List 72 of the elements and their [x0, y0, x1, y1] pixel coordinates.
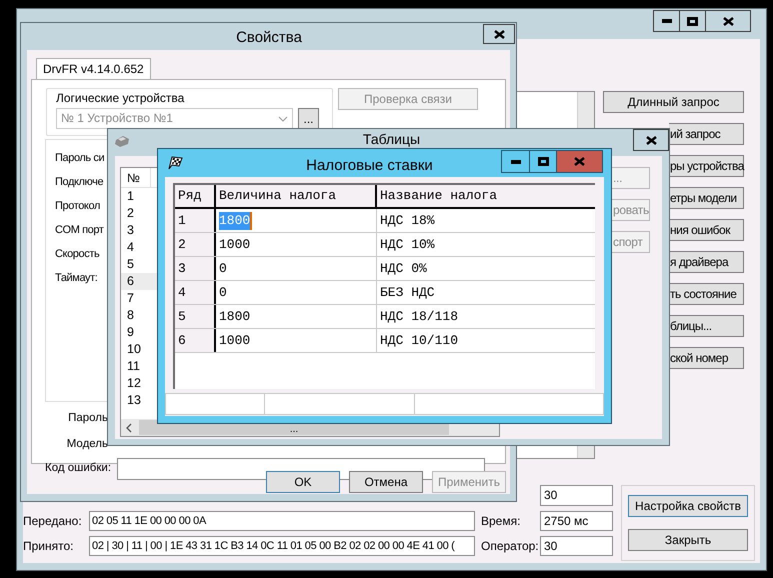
- table-cell[interactable]: 1800: [219, 308, 250, 326]
- field-label: Таймаут:: [55, 271, 98, 286]
- field-label: COM порт: [55, 223, 104, 238]
- field-label: Пароль си: [55, 151, 104, 166]
- column-header[interactable]: Название налога: [377, 185, 595, 207]
- table-cell[interactable]: 1000: [219, 332, 250, 350]
- table-cell-text: БЕЗ НДС: [379, 284, 436, 302]
- field-label: Пароль: [68, 411, 108, 426]
- table-cell-text: НДС 18/118: [379, 308, 460, 326]
- close-button[interactable]: [483, 24, 515, 44]
- table-cell: 4: [175, 281, 216, 304]
- input-field[interactable]: 30: [540, 485, 613, 506]
- button[interactable]: Длинный запрос: [603, 91, 744, 113]
- table-cell[interactable]: 1000: [219, 236, 250, 254]
- field-label: Код ошибки:: [45, 461, 112, 476]
- button[interactable]: ть состояние: [669, 283, 744, 305]
- table-cell: 5: [175, 305, 216, 328]
- table-cell: 2: [175, 233, 216, 256]
- button[interactable]: я драйвера: [669, 251, 744, 273]
- field-label: Принято:: [23, 538, 74, 555]
- table-cell: 1: [175, 209, 216, 232]
- button[interactable]: ры устройства: [669, 155, 744, 177]
- column-header[interactable]: №: [121, 168, 151, 187]
- button[interactable]: OK: [266, 471, 340, 493]
- field-label: Передано:: [23, 513, 83, 530]
- printer-icon: [114, 134, 130, 148]
- field-label: Оператор:: [481, 538, 540, 555]
- button[interactable]: Настройка свойств: [628, 495, 748, 517]
- minimize-icon: [510, 160, 520, 164]
- column-header[interactable]: Величина налога: [216, 185, 377, 207]
- input-field[interactable]: 2750 мс: [540, 511, 613, 531]
- minimize-icon: [662, 19, 672, 23]
- group-label: Логические устройства: [56, 91, 186, 105]
- close-button[interactable]: [633, 129, 669, 151]
- window-title: Налоговые ставки: [305, 156, 434, 176]
- button[interactable]: ния ошибок: [669, 219, 744, 241]
- maximize-icon: [687, 16, 698, 26]
- close-icon: [494, 30, 504, 38]
- column-header[interactable]: Ряд: [175, 185, 216, 207]
- button[interactable]: етры модели: [669, 187, 744, 209]
- close-icon: [646, 136, 656, 144]
- field-label: Время:: [481, 513, 522, 530]
- chevron-down-icon: [278, 116, 288, 122]
- button[interactable]: ий запрос: [669, 123, 744, 145]
- close-icon: [722, 16, 734, 26]
- field-label: Скорость: [55, 247, 100, 262]
- maximize-icon: [538, 157, 548, 166]
- table-cell-text: НДС 18%: [379, 212, 436, 230]
- button[interactable]: Закрыть: [628, 529, 748, 551]
- table-cell: 3: [175, 257, 216, 280]
- field-label: Модель: [66, 437, 108, 452]
- table-cell-text: НДС 10/110: [379, 332, 460, 350]
- flag-icon: [167, 155, 184, 170]
- input-field[interactable]: 30: [540, 536, 613, 556]
- table-cell[interactable]: 0: [219, 284, 227, 302]
- tab[interactable]: DrvFR v4.14.0.652: [36, 58, 151, 79]
- table-cell-text: НДС 10%: [379, 236, 436, 254]
- input-field[interactable]: 02 | 30 | 11 | 00 | 1E 43 31 1C B3 14 0C 11 01 05 00 B2 02 02 00 00 4E 41 00 (: [89, 536, 475, 556]
- table-cell[interactable]: 0: [219, 260, 227, 278]
- window-title: Свойства: [235, 28, 303, 48]
- browse-button[interactable]: ...: [298, 108, 319, 130]
- table-cell: 6: [175, 329, 216, 352]
- button[interactable]: Отмена: [349, 471, 423, 493]
- field-label: Подключе: [55, 175, 104, 190]
- close-icon: [574, 157, 585, 166]
- chevron-left-icon: [125, 422, 133, 432]
- button[interactable]: блицы...: [669, 315, 744, 337]
- button[interactable]: ской номер: [669, 347, 744, 369]
- table-cell-text: НДС 0%: [379, 260, 428, 278]
- input-field[interactable]: 02 05 11 1E 00 00 00 0A: [89, 511, 475, 531]
- window-title: Таблицы: [362, 130, 422, 147]
- field-label: Протокол: [55, 199, 100, 214]
